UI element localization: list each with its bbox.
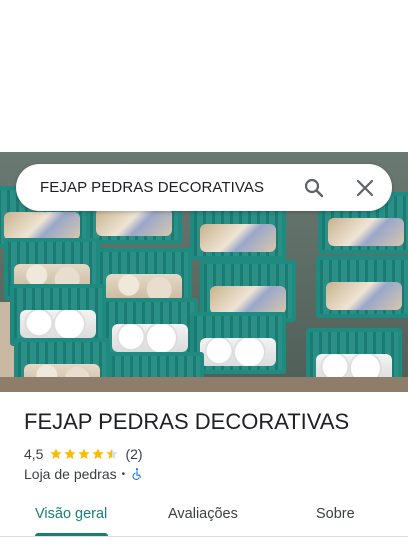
photo-bin xyxy=(190,312,286,374)
place-tabs: Visão geral Avaliações Sobre xyxy=(0,496,408,536)
tabs-divider xyxy=(0,536,408,537)
separator-dot: • xyxy=(121,468,126,480)
search-input[interactable]: FEJAP PEDRAS DECORATIVAS xyxy=(40,179,264,196)
close-icon[interactable] xyxy=(353,176,377,200)
photo-bin xyxy=(102,298,198,360)
search-icon[interactable] xyxy=(302,176,326,200)
review-count[interactable]: (2) xyxy=(125,446,142,462)
photo-bin xyxy=(10,284,106,346)
place-title: FEJAP PEDRAS DECORATIVAS xyxy=(24,409,350,434)
photo-floor xyxy=(0,377,408,392)
star-icon xyxy=(92,448,105,459)
tab-reviews[interactable]: Avaliações xyxy=(168,506,238,522)
star-icon xyxy=(64,448,77,459)
rating-value: 4,5 xyxy=(24,446,44,462)
rating-stars xyxy=(49,447,119,461)
rating-row[interactable]: 4,5 (2) xyxy=(24,445,143,463)
star-icon xyxy=(78,448,91,459)
star-icon xyxy=(50,448,63,459)
half-star-icon xyxy=(106,448,119,459)
tab-about[interactable]: Sobre xyxy=(316,506,355,522)
search-bar[interactable]: FEJAP PEDRAS DECORATIVAS xyxy=(16,164,392,211)
photo-bin xyxy=(316,256,408,318)
wheelchair-accessible-icon xyxy=(132,468,142,480)
place-category: Loja de pedras xyxy=(24,466,117,482)
tab-overview[interactable]: Visão geral xyxy=(35,506,107,522)
category-row: Loja de pedras • xyxy=(24,465,144,483)
top-blank-area xyxy=(0,0,408,152)
